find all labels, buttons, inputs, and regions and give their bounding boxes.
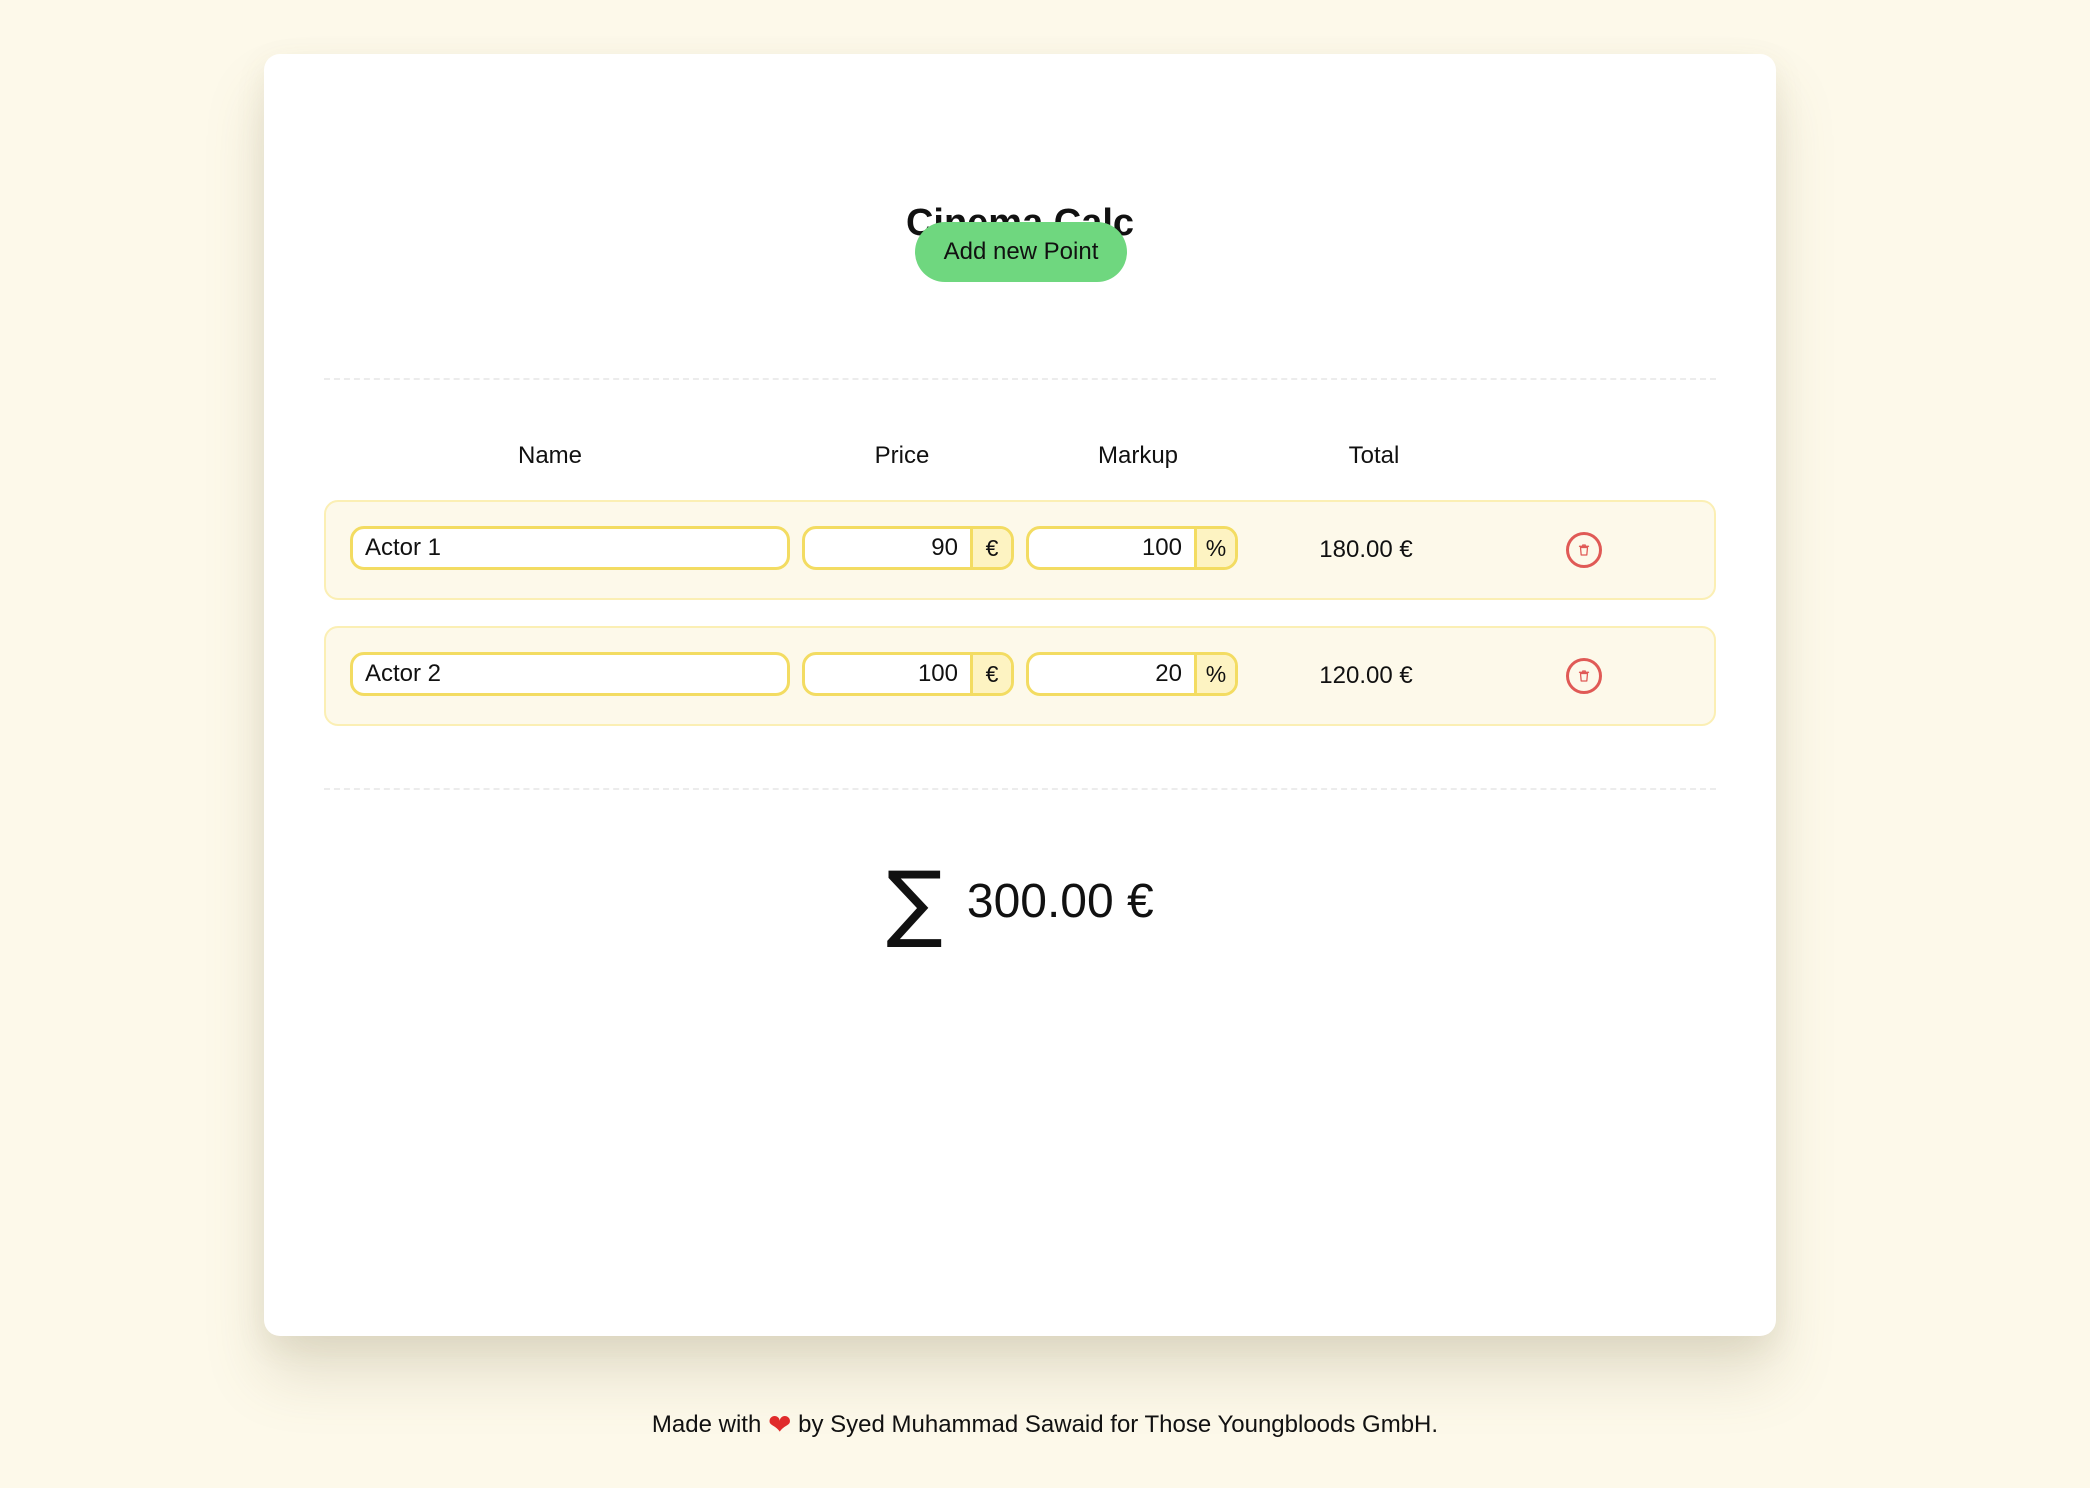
- footer: Made with ❤ by Syed Muhammad Sawaid for …: [0, 1408, 2090, 1441]
- price-input[interactable]: [805, 655, 970, 693]
- name-input[interactable]: [353, 655, 787, 693]
- price-unit-label: €: [970, 655, 1011, 693]
- grand-total: ∑ 300.00 €: [264, 860, 1776, 944]
- point-row: € % 120.00 €: [324, 626, 1716, 726]
- footer-suffix: by Syed Muhammad Sawaid for Those Youngb…: [798, 1411, 1439, 1438]
- price-field: €: [802, 526, 1014, 570]
- grand-total-value: 300.00 €: [966, 875, 1154, 928]
- markup-field: %: [1026, 526, 1238, 570]
- row-total: 180.00 €: [1319, 536, 1413, 563]
- column-header-name: Name: [517, 442, 583, 469]
- price-input[interactable]: [805, 529, 970, 567]
- footer-prefix: Made with: [651, 1411, 762, 1438]
- markup-field: %: [1026, 652, 1238, 696]
- name-field: [350, 526, 790, 570]
- markup-unit-label: %: [1194, 529, 1235, 567]
- price-field: €: [802, 652, 1014, 696]
- price-unit-label: €: [970, 529, 1011, 567]
- markup-unit-label: %: [1194, 655, 1235, 693]
- column-header-price: Price: [874, 442, 930, 469]
- delete-point-button[interactable]: [1566, 532, 1602, 568]
- divider-top: [324, 378, 1716, 380]
- name-field: [350, 652, 790, 696]
- markup-input[interactable]: [1029, 529, 1194, 567]
- row-total: 120.00 €: [1319, 662, 1413, 689]
- markup-input[interactable]: [1029, 655, 1194, 693]
- delete-point-button[interactable]: [1566, 658, 1602, 694]
- add-new-point-button[interactable]: Add new Point: [915, 222, 1127, 282]
- heart-icon: ❤: [767, 1408, 792, 1441]
- sigma-icon: ∑: [886, 853, 943, 951]
- name-input[interactable]: [353, 529, 787, 567]
- column-header-total: Total: [1348, 442, 1400, 469]
- calculator-card: Cinema Calc Add new Point Name Price Mar…: [264, 54, 1776, 1336]
- trash-icon: [1578, 670, 1590, 682]
- point-row: € % 180.00 €: [324, 500, 1716, 600]
- trash-icon: [1578, 544, 1590, 556]
- column-header-markup: Markup: [1097, 442, 1179, 469]
- divider-bottom: [324, 788, 1716, 790]
